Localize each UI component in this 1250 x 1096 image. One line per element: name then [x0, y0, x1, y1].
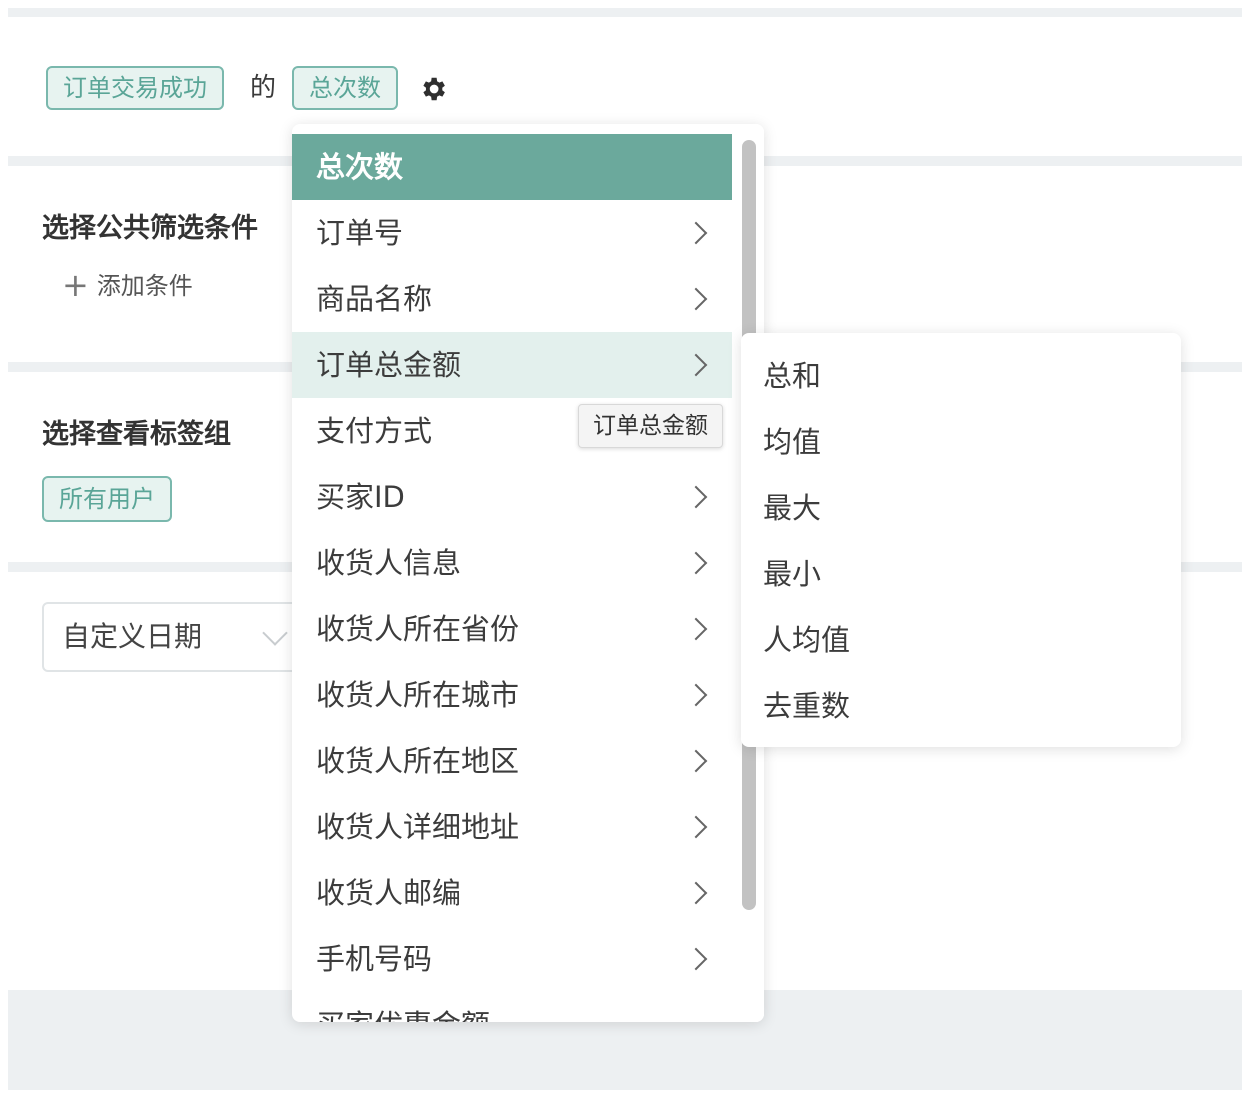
dropdown-item-order-total-amount[interactable]: 订单总金额	[292, 332, 732, 398]
chevron-right-icon	[684, 485, 708, 509]
chevron-right-icon	[684, 749, 708, 773]
metric-tag[interactable]: 总次数	[292, 66, 398, 110]
dropdown-item-receiver-info[interactable]: 收货人信息	[292, 530, 732, 596]
plus-icon: +	[62, 266, 89, 304]
dropdown-item-receiver-district[interactable]: 收货人所在地区	[292, 728, 732, 794]
date-range-value: 自定义日期	[62, 620, 203, 653]
metric-dropdown[interactable]: 总次数 订单号 商品名称 订单总金额 支付方式 买家ID 收货人信息 收货人所在…	[292, 124, 764, 1022]
chevron-right-icon	[684, 617, 708, 641]
aggregation-submenu[interactable]: 总和 均值 最大 最小 人均值 去重数	[741, 333, 1181, 747]
filter-section-title: 选择公共筛选条件	[42, 213, 258, 244]
dropdown-item-receiver-province[interactable]: 收货人所在省份	[292, 596, 732, 662]
chevron-right-icon	[684, 221, 708, 245]
dropdown-item-buyer-discount[interactable]: 买家优惠金额	[292, 992, 732, 1022]
submenu-item-max[interactable]: 最大	[741, 475, 1181, 541]
dropdown-item-order-number[interactable]: 订单号	[292, 200, 732, 266]
chevron-right-icon	[684, 947, 708, 971]
chevron-right-icon	[684, 815, 708, 839]
chevron-right-icon	[684, 287, 708, 311]
submenu-item-sum[interactable]: 总和	[741, 343, 1181, 409]
add-condition-label: 添加条件	[96, 272, 193, 300]
submenu-item-per-user-average[interactable]: 人均值	[741, 607, 1181, 673]
dropdown-item-buyer-id[interactable]: 买家ID	[292, 464, 732, 530]
dropdown-item-receiver-postcode[interactable]: 收货人邮编	[292, 860, 732, 926]
hover-tooltip: 订单总金额	[578, 404, 723, 448]
dropdown-item-total-count[interactable]: 总次数	[292, 134, 732, 200]
submenu-item-average[interactable]: 均值	[741, 409, 1181, 475]
add-condition-button[interactable]: + 添加条件	[62, 266, 193, 304]
top-border	[8, 8, 1242, 17]
event-tag[interactable]: 订单交易成功	[46, 66, 224, 110]
dropdown-item-receiver-address[interactable]: 收货人详细地址	[292, 794, 732, 860]
all-users-tag[interactable]: 所有用户	[42, 476, 172, 522]
chevron-right-icon	[684, 353, 708, 377]
chevron-right-icon	[684, 683, 708, 707]
dropdown-item-receiver-city[interactable]: 收货人所在城市	[292, 662, 732, 728]
gear-icon[interactable]	[418, 74, 448, 104]
connector-text: 的	[250, 73, 277, 103]
submenu-item-min[interactable]: 最小	[741, 541, 1181, 607]
submenu-item-distinct-count[interactable]: 去重数	[741, 673, 1181, 739]
date-range-select[interactable]: 自定义日期	[42, 602, 312, 672]
dropdown-item-product-name[interactable]: 商品名称	[292, 266, 732, 332]
chevron-right-icon	[684, 551, 708, 575]
dropdown-item-phone-number[interactable]: 手机号码	[292, 926, 732, 992]
chevron-down-icon	[262, 620, 288, 646]
tag-group-section-title: 选择查看标签组	[42, 419, 231, 450]
chevron-right-icon	[684, 881, 708, 905]
